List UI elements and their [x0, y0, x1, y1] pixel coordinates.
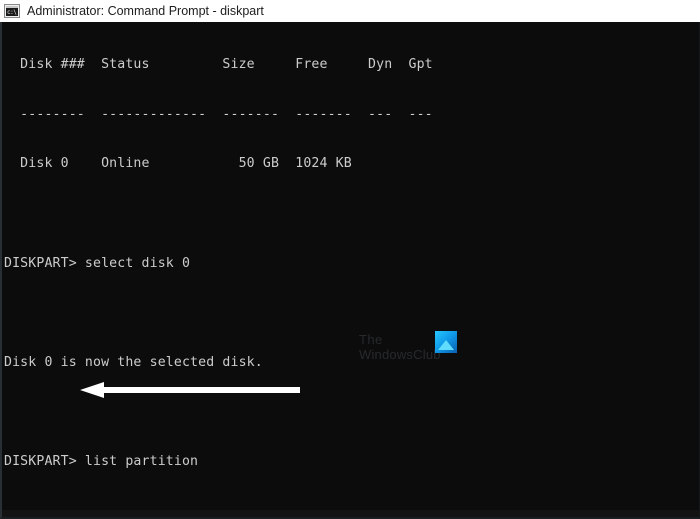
console-line: Disk 0 Online 50 GB 1024 KB [4, 156, 352, 172]
console-line: DISKPART> list partition [4, 454, 199, 470]
command-prompt-icon: c:\ [4, 4, 20, 18]
command-prompt-icon-glyph: c:\ [7, 9, 17, 16]
console-line: Disk ### Status Size Free Dyn Gpt [4, 57, 433, 73]
console-text-buffer: Disk ### Status Size Free Dyn Gpt ------… [2, 22, 643, 517]
console-output-area[interactable]: Disk ### Status Size Free Dyn Gpt ------… [0, 22, 700, 519]
console-bottom-strip [2, 510, 699, 517]
console-line: -------- ------------- ------- ------- -… [4, 106, 433, 122]
window-titlebar[interactable]: c:\ Administrator: Command Prompt - disk… [0, 0, 700, 22]
console-line: DISKPART> select disk 0 [4, 255, 191, 271]
console-line: Disk 0 is now the selected disk. [4, 354, 263, 370]
command-prompt-window: c:\ Administrator: Command Prompt - disk… [0, 0, 700, 519]
window-title: Administrator: Command Prompt - diskpart [27, 4, 264, 18]
